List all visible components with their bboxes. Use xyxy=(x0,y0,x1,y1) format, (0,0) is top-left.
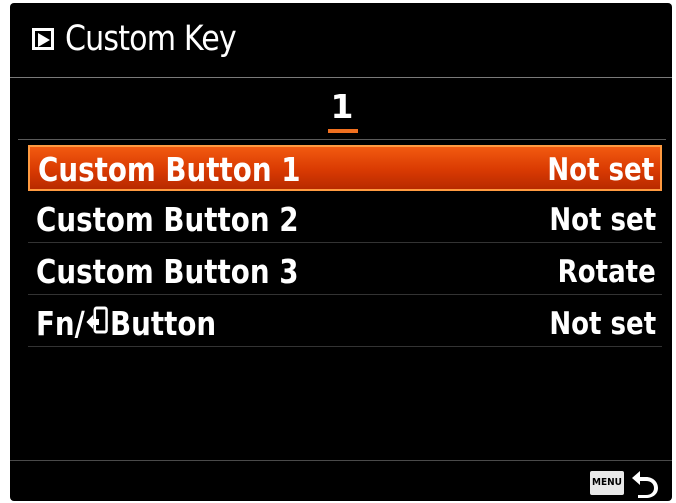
page-divider xyxy=(18,139,666,140)
menu-header: Custom Key xyxy=(10,3,672,78)
menu-title: Custom Key xyxy=(65,19,237,59)
return-arrow-icon[interactable] xyxy=(630,467,660,501)
camera-menu-screen: Custom Key 1 Custom Button 1 Not set Cus… xyxy=(10,3,672,501)
menu-item-value: Not set xyxy=(549,202,656,238)
menu-item-value: Not set xyxy=(549,306,656,342)
page-tab-underline xyxy=(328,129,358,133)
menu-item-label: Fn/ Button xyxy=(36,301,216,347)
menu-item-label-prefix: Fn/ xyxy=(36,304,85,343)
menu-item-label: Custom Button 2 xyxy=(36,200,299,239)
page-number[interactable]: 1 xyxy=(320,87,364,127)
send-to-smartphone-icon xyxy=(85,300,110,346)
menu-item-label: Custom Button 3 xyxy=(36,252,299,291)
menu-item-label-suffix: Button xyxy=(109,304,217,343)
menu-item-value: Rotate xyxy=(557,254,656,290)
menu-item-label: Custom Button 1 xyxy=(38,150,301,189)
menu-item-custom-button-2[interactable]: Custom Button 2 Not set xyxy=(28,197,662,243)
menu-footer: MENU xyxy=(10,460,672,501)
playback-icon xyxy=(32,28,54,50)
menu-item-custom-button-1[interactable]: Custom Button 1 Not set xyxy=(28,145,662,191)
menu-item-custom-button-3[interactable]: Custom Button 3 Rotate xyxy=(28,249,662,295)
menu-button-icon[interactable]: MENU xyxy=(590,471,624,495)
menu-item-value: Not set xyxy=(547,152,654,188)
menu-item-fn-button[interactable]: Fn/ Button Not set xyxy=(28,301,662,347)
